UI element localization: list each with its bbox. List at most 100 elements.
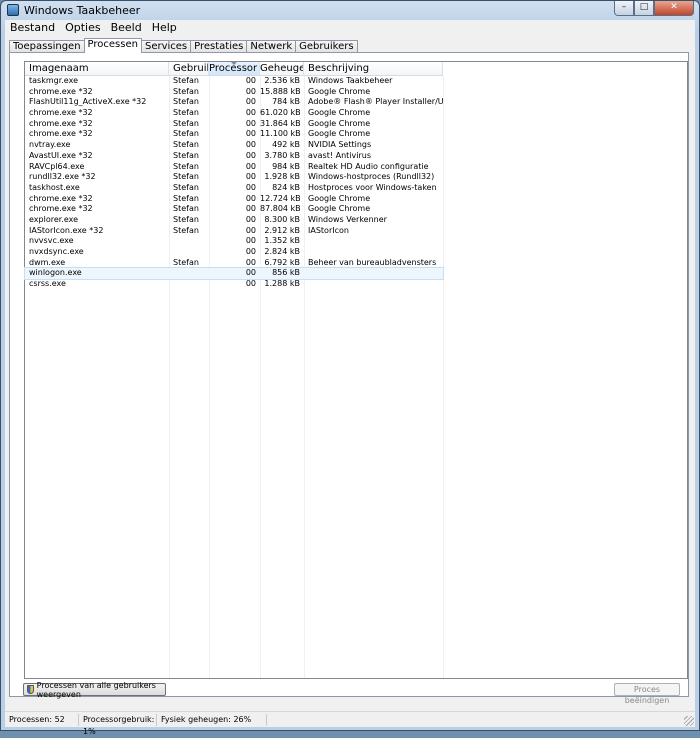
column-divider <box>443 76 444 678</box>
cell-processor: 00 <box>245 182 256 192</box>
cell-image-name: AvastUI.exe *32 <box>29 150 93 160</box>
column-memory[interactable]: Geheuge... <box>260 62 304 76</box>
cell-memory: 61.020 kB <box>260 108 301 118</box>
table-row[interactable]: rundll32.exe *32 Stefan 00 1.928 kB Windows-… <box>25 172 443 183</box>
cell-memory: 15.888 kB <box>260 86 301 96</box>
table-row[interactable]: FlashUtil11g_ActiveX.exe *32 Stefan 00 784 … <box>25 97 443 108</box>
cell-memory: 3.780 kB <box>264 150 300 160</box>
cell-processor: 00 <box>245 257 256 267</box>
cell-image-name: taskhost.exe <box>29 182 80 192</box>
menu-opties[interactable]: Opties <box>60 21 106 34</box>
cell-processor: 00 <box>245 193 256 203</box>
table-row[interactable]: nvxdsync.exe 00 2.824 kB <box>25 247 443 258</box>
table-row[interactable]: IAStorIcon.exe *32 Stefan 00 2.912 kB IAStor… <box>25 226 443 237</box>
cell-image-name: explorer.exe <box>29 214 79 224</box>
table-row[interactable]: winlogon.exe 00 856 kB <box>24 267 444 281</box>
close-button[interactable]: ✕ <box>654 1 694 16</box>
cell-user: Stefan <box>173 118 199 128</box>
cell-processor: 00 <box>245 97 256 107</box>
table-row[interactable]: taskhost.exe Stefan 00 824 kB Hostproces voo… <box>25 183 443 194</box>
cell-image-name: chrome.exe *32 <box>29 204 93 214</box>
cell-processor: 00 <box>245 204 256 214</box>
list-header: Imagenaam Gebruik... Processor Geheuge..… <box>25 62 443 76</box>
cell-image-name: chrome.exe *32 <box>29 86 93 96</box>
resize-grip[interactable] <box>684 716 694 726</box>
show-all-users-button[interactable]: Processen van alle gebruikers weergeven <box>23 681 166 699</box>
table-row[interactable]: AvastUI.exe *32 Stefan 00 3.780 kB avast! An… <box>25 151 443 162</box>
cell-user <box>169 236 209 247</box>
table-row[interactable]: chrome.exe *32 Stefan 00 11.100 kB Google Ch… <box>25 129 443 140</box>
cell-image-name: taskmgr.exe <box>29 76 78 85</box>
cell-memory: 8.300 kB <box>264 214 300 224</box>
cell-memory: 784 kB <box>272 97 300 107</box>
cell-user: Stefan <box>173 97 199 107</box>
cell-processor: 00 <box>245 236 256 246</box>
cell-memory: 492 kB <box>272 140 300 150</box>
cell-memory: 1.928 kB <box>264 172 300 182</box>
cell-user: Stefan <box>173 108 199 118</box>
cell-memory: 6.792 kB <box>264 257 300 267</box>
cell-user <box>169 279 209 290</box>
table-row[interactable]: dwm.exe Stefan 00 6.792 kB Beheer van bureau… <box>25 258 443 269</box>
cell-image-name: chrome.exe *32 <box>29 129 93 139</box>
table-row[interactable]: RAVCpl64.exe Stefan 00 984 kB Realtek HD Aud… <box>25 162 443 173</box>
minimize-button[interactable]: – <box>614 1 634 16</box>
process-rows: taskmgr.exe Stefan 00 2.536 kB Windows Taakb… <box>24 76 444 290</box>
cell-image-name: nvtray.exe <box>29 140 71 150</box>
cell-description: Google Chrome <box>308 108 371 118</box>
cell-processor: 00 <box>245 140 256 150</box>
tab-processen[interactable]: Processen <box>83 38 142 53</box>
status-bar: Processen: 52 Processorgebruik: 1% Fysie… <box>5 711 695 736</box>
cell-description: Windows-hostproces (Rundll32) <box>308 172 435 182</box>
table-row[interactable]: chrome.exe *32 Stefan 00 15.888 kB Google Ch… <box>25 87 443 98</box>
status-cpu: Processorgebruik: 1% <box>79 713 157 736</box>
cell-image-name: csrss.exe <box>29 279 66 289</box>
window-controls: – □ ✕ <box>614 1 694 16</box>
cell-image-name: IAStorIcon.exe *32 <box>29 225 104 235</box>
cell-description <box>304 236 443 247</box>
cell-processor: 00 <box>245 279 256 289</box>
table-row[interactable]: nvtray.exe Stefan 00 492 kB NVIDIA Settings <box>25 140 443 151</box>
cell-memory: 824 kB <box>272 182 300 192</box>
table-row[interactable]: nvvsvc.exe 00 1.352 kB <box>25 236 443 247</box>
cell-user: Stefan <box>173 150 199 160</box>
cell-user: Stefan <box>173 214 199 224</box>
cell-image-name: rundll32.exe *32 <box>29 172 96 182</box>
cell-image-name: nvxdsync.exe <box>29 247 84 256</box>
cell-user: Stefan <box>173 86 199 96</box>
menu-beeld[interactable]: Beeld <box>106 21 147 34</box>
cell-processor: 00 <box>245 86 256 96</box>
column-image-name[interactable]: Imagenaam <box>25 62 169 76</box>
table-row[interactable]: explorer.exe Stefan 00 8.300 kB Windows Verk… <box>25 215 443 226</box>
title-bar[interactable]: Windows Taakbeheer – □ ✕ <box>1 1 699 19</box>
table-row[interactable]: chrome.exe *32 Stefan 00 31.864 kB Google Ch… <box>25 119 443 130</box>
maximize-button[interactable]: □ <box>634 1 654 16</box>
cell-description: Google Chrome <box>308 118 371 128</box>
processes-panel: Imagenaam Gebruik... Processor Geheuge..… <box>9 52 689 697</box>
cell-user: Stefan <box>173 129 199 139</box>
end-process-button[interactable]: Proces beëindigen <box>614 683 680 705</box>
table-row[interactable]: taskmgr.exe Stefan 00 2.536 kB Windows Taakb… <box>25 76 443 87</box>
cell-user: Stefan <box>173 204 199 214</box>
cell-user: Stefan <box>173 172 199 182</box>
cell-image-name: chrome.exe *32 <box>29 118 93 128</box>
column-user[interactable]: Gebruik... <box>169 62 209 76</box>
cell-user: Stefan <box>173 182 199 192</box>
menu-bestand[interactable]: Bestand <box>5 21 60 34</box>
status-processes: Processen: 52 <box>5 713 79 726</box>
table-row[interactable]: chrome.exe *32 Stefan 00 61.020 kB Google Ch… <box>25 108 443 119</box>
cell-user: Stefan <box>173 161 199 171</box>
cell-processor: 00 <box>245 161 256 171</box>
column-description[interactable]: Beschrijving <box>304 62 443 76</box>
table-row[interactable]: chrome.exe *32 Stefan 00 87.804 kB Google Ch… <box>25 204 443 215</box>
cell-description: IAStorIcon <box>308 225 349 235</box>
cell-processor: 00 <box>245 76 256 85</box>
cell-user <box>169 268 209 279</box>
cell-processor: 00 <box>245 247 256 256</box>
column-processor[interactable]: Processor <box>209 62 260 76</box>
table-row[interactable]: chrome.exe *32 Stefan 00 12.724 kB Google Ch… <box>25 194 443 205</box>
process-list[interactable]: Imagenaam Gebruik... Processor Geheuge..… <box>24 61 688 679</box>
table-row[interactable]: csrss.exe 00 1.288 kB <box>25 279 443 290</box>
cell-memory: 31.864 kB <box>260 118 301 128</box>
menu-help[interactable]: Help <box>147 21 182 34</box>
